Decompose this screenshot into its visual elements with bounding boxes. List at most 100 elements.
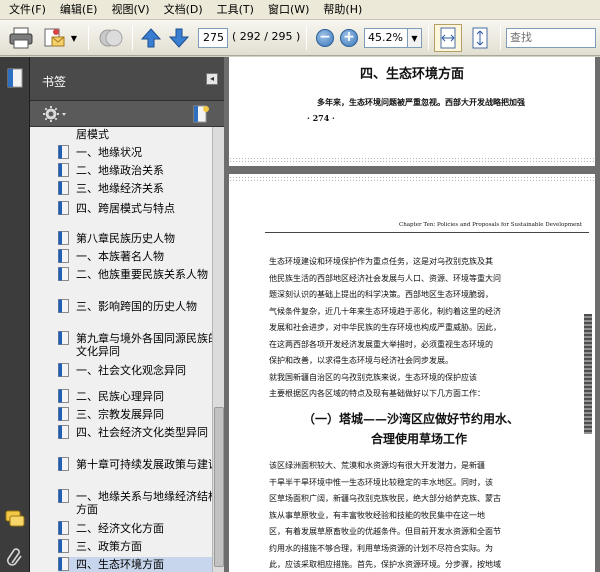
bookmark-page-icon (58, 163, 69, 177)
toolbar: ▼ 275 ( 292 / 295 ) − + 45.2% ▼ 查找 (0, 20, 600, 56)
page-footer-number: · 274 · (307, 113, 335, 123)
body-paragraphs: 生态环境建设和环境保护作为重点任务，这是对乌孜别克族及其 他民族生活的西部地区经济… (269, 254, 584, 403)
bookmark-page-icon (58, 457, 69, 471)
bookmark-page-icon (58, 331, 69, 345)
body-paragraphs: 该区绿洲面积较大、荒漠和水资源均有很大开发潜力，是新疆 干旱半干旱环境中惟一生态环… (269, 458, 584, 572)
search-input[interactable]: 查找 (506, 28, 596, 48)
printer-icon (9, 27, 33, 49)
menu-item[interactable]: 窗口(W) (261, 1, 316, 19)
subsection-title: （一）塔城——沙湾区应做好节约用水、 (303, 412, 520, 426)
bookmark-label: 二、经济文化方面 (76, 522, 164, 535)
comments-tab[interactable] (5, 509, 25, 529)
bookmark-page-icon (58, 363, 69, 377)
bookmark-label: 居模式 (76, 128, 109, 141)
body-text-line: 干旱半干旱环境中惟一生态环境比较稳定的丰水地区。同时，该 (269, 477, 493, 487)
document-page: 四、生态环境方面 多年来，生态环境问题被严重忽视。西部大开发战略把加强 · 27… (229, 57, 595, 166)
menu-item[interactable]: 工具(T) (210, 1, 261, 19)
menu-item[interactable]: 帮助(H) (316, 1, 369, 19)
body-text-line: 区草场面积广阔，新疆乌孜别克族牧民，绝大部分给萨克族、蒙古 (269, 494, 501, 503)
running-header: Chapter Ten: Policies and Proposals for … (399, 222, 583, 228)
attachments-tab[interactable] (5, 547, 25, 567)
menu-item[interactable]: 视图(V) (104, 1, 156, 19)
menu-item[interactable]: 编辑(E) (53, 1, 105, 19)
bookmark-page-icon (58, 407, 69, 421)
bookmark-item[interactable]: 三、政策方面 (58, 539, 212, 555)
email-dropdown[interactable]: ▼ (68, 24, 80, 52)
fit-page-button[interactable] (466, 24, 494, 52)
previous-page-button[interactable] (138, 24, 164, 52)
bookmark-item[interactable]: 二、他族重要民族关系人物 (58, 267, 212, 297)
bookmark-page-icon (58, 201, 69, 215)
bookmark-list: 居模式一、地缘状况二、地缘政治关系三、地缘经济关系四、跨居模式与特点 第八章民族历… (30, 127, 212, 572)
page-edge-texture (229, 176, 595, 182)
email-button[interactable] (40, 24, 68, 52)
next-page-button[interactable] (166, 24, 192, 52)
fit-width-icon (440, 27, 456, 49)
bookmark-item[interactable]: 第十章可持续发展政策与建议 (58, 457, 212, 487)
bookmark-label: 二、民族心理异同 (76, 390, 164, 403)
document-view[interactable]: 四、生态环境方面 多年来，生态环境问题被严重忽视。西部大开发战略把加强 · 27… (224, 57, 600, 572)
bookmark-item[interactable]: 居模式 (58, 127, 212, 143)
body-text-line: 就我国新疆自治区的乌孜别克族来说，生态环境的保护应该 (269, 372, 477, 382)
bookmark-page-icon (58, 145, 69, 159)
zoom-input[interactable]: 45.2% (364, 28, 408, 48)
bookmark-label: 四、跨居模式与特点 (76, 202, 175, 215)
bookmark-scrollbar[interactable] (212, 127, 224, 572)
bookmark-item[interactable]: 四、跨居模式与特点 (58, 201, 212, 231)
arrow-down-icon (168, 28, 190, 48)
menu-item[interactable]: 文件(F) (2, 1, 53, 19)
comment-icon (5, 510, 25, 527)
zoom-dropdown[interactable]: ▼ (408, 28, 422, 48)
zoom-in-button[interactable]: + (338, 24, 360, 52)
bookmark-label: 四、生态环境方面 (76, 558, 164, 571)
body-text-line: 此，应该采取相应措施。首先，保护水资源环境。分步骤，按地域 (269, 560, 501, 569)
scrollbar-thumb[interactable] (214, 407, 224, 567)
toolbar-separator (306, 26, 307, 50)
zoom-out-button[interactable]: − (314, 24, 336, 52)
toolbar-separator (88, 26, 89, 50)
bookmark-item[interactable]: 四、社会经济文化类型异同 (58, 425, 212, 455)
bookmark-item[interactable]: 四、生态环境方面 (58, 557, 212, 572)
toolbar-separator (132, 26, 133, 50)
collapse-panel-button[interactable]: ◂ (206, 73, 218, 85)
bookmark-item[interactable]: 第八章民族历史人物 (58, 231, 212, 247)
bookmark-label: 第八章民族历史人物 (76, 232, 175, 245)
minus-icon: − (316, 29, 334, 47)
body-text-line: 题深刻认识的基础上提出的科学决策。西部地区生态环境脆弱， (269, 290, 493, 299)
bookmark-page-icon (58, 299, 69, 313)
bookmark-item[interactable]: 第九章与境外各国同源民族的文化异同 (58, 331, 212, 361)
fit-width-button[interactable] (434, 24, 462, 52)
body-text-line: 在这两西部各项开发经济发展重大举措时，必须重视生态环境的 (269, 339, 493, 349)
bookmark-label: 二、地缘政治关系 (76, 164, 164, 177)
bookmark-item[interactable]: 一、地缘关系与地缘经济结构方面 (58, 489, 212, 519)
bookmark-item[interactable]: 一、本族著名人物 (58, 249, 212, 265)
menu-item[interactable]: 文档(D) (157, 1, 210, 19)
bookmark-item[interactable]: 三、宗教发展异同 (58, 407, 212, 423)
bookmarks-panel-header: 书签 ◂ (30, 57, 224, 101)
bookmarks-tab[interactable] (5, 67, 25, 88)
bookmark-label: 三、影响跨国的历史人物 (76, 300, 197, 313)
page-number-input[interactable]: 275 (198, 28, 228, 48)
chevron-down-icon: ▼ (411, 33, 418, 43)
bookmark-item[interactable]: 三、地缘经济关系 (58, 181, 212, 197)
bookmark-label: 一、地缘关系与地缘经济结构方面 (76, 490, 212, 516)
bookmark-item[interactable]: 二、民族心理异同 (58, 389, 212, 405)
bookmark-item[interactable]: 一、地缘状况 (58, 145, 212, 161)
bookmark-label: 一、社会文化观念异同 (76, 364, 186, 377)
fit-page-icon (472, 27, 488, 49)
bookmark-item[interactable]: 三、影响跨国的历史人物 (58, 299, 212, 329)
bookmark-item[interactable]: 二、经济文化方面 (58, 521, 212, 537)
arrow-up-icon (140, 28, 162, 48)
body-text-line: 该区绿洲面积较大、荒漠和水资源均有很大开发潜力，是新疆 (269, 461, 485, 470)
new-bookmark-button[interactable] (190, 104, 212, 124)
collaborate-button[interactable] (96, 24, 126, 52)
bookmark-page-icon (58, 489, 69, 503)
bookmark-page-icon (58, 557, 69, 571)
bookmark-label: 一、地缘状况 (76, 146, 142, 159)
bookmark-label: 四、社会经济文化类型异同 (76, 426, 208, 439)
new-bookmark-icon (193, 105, 209, 123)
bookmark-item[interactable]: 二、地缘政治关系 (58, 163, 212, 179)
print-button[interactable] (6, 24, 36, 52)
options-menu-button[interactable] (42, 105, 68, 123)
email-icon (44, 28, 65, 47)
